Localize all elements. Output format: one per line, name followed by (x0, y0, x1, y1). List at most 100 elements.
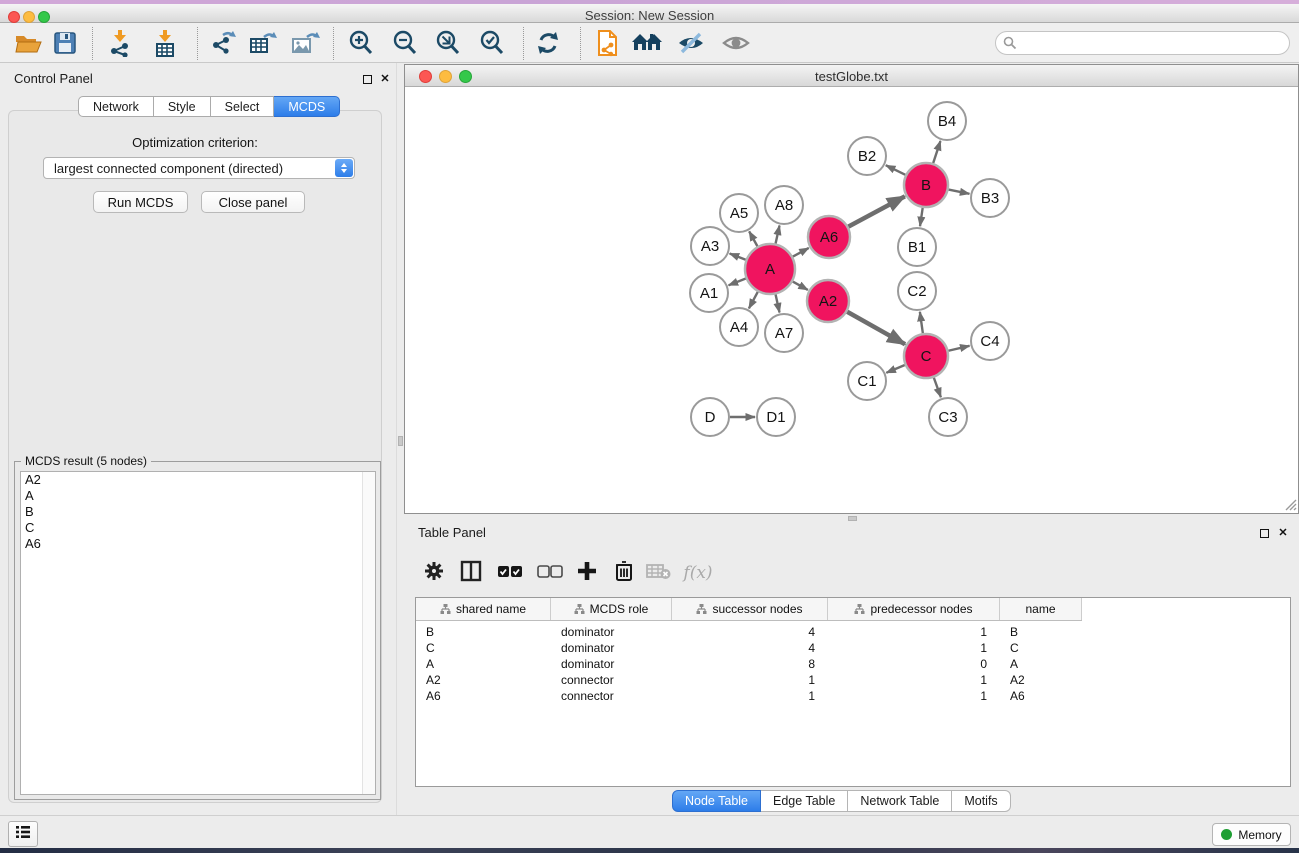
tab-mcds[interactable]: MCDS (274, 96, 340, 117)
graph-edge[interactable] (949, 190, 970, 194)
graph-edge[interactable] (934, 378, 941, 398)
graph-edge[interactable] (886, 365, 904, 373)
mcds-result-group: MCDS result (5 nodes) A2ABCA6 (14, 461, 381, 800)
zoom-selected-button[interactable] (477, 30, 507, 60)
export-image-button[interactable] (290, 30, 320, 60)
graph-edge[interactable] (776, 294, 780, 312)
column-header-shared-name[interactable]: shared name (416, 598, 551, 620)
deselect-all-rows-button[interactable] (536, 560, 564, 586)
graph-edge[interactable] (776, 226, 780, 244)
tab-edge-table[interactable]: Edge Table (761, 790, 848, 812)
panel-splitter[interactable] (396, 63, 397, 848)
refresh-view-button[interactable] (533, 30, 563, 60)
graph-node-label: A4 (730, 319, 748, 336)
table-row[interactable]: A6connector11A6 (416, 688, 1290, 704)
columns-icon (460, 560, 482, 587)
graph-node-label: A3 (701, 238, 719, 255)
graph-edge[interactable] (886, 165, 906, 175)
network-window-titlebar[interactable]: testGlobe.txt (405, 65, 1298, 87)
memory-button[interactable]: Memory (1212, 823, 1291, 846)
eye-icon (721, 30, 751, 61)
result-item[interactable]: B (21, 504, 375, 520)
zoom-in-button[interactable] (346, 30, 376, 60)
tab-network-table[interactable]: Network Table (848, 790, 952, 812)
status-bar: Memory (0, 815, 1299, 848)
export-network-button[interactable] (208, 30, 238, 60)
float-icon (363, 75, 372, 84)
table-row[interactable]: Adominator80A (416, 656, 1290, 672)
import-network-button[interactable] (105, 30, 135, 60)
column-header-name[interactable]: name (1000, 598, 1082, 620)
graph-edge[interactable] (847, 312, 905, 344)
save-session-button[interactable] (50, 30, 80, 60)
graph-edge[interactable] (848, 196, 904, 226)
zoom-out-button[interactable] (390, 30, 420, 60)
result-scrollbar[interactable] (362, 472, 375, 794)
control-panel-close-button[interactable]: ✕ (379, 72, 391, 84)
hide-selected-button[interactable] (676, 30, 706, 60)
document-network-icon (594, 28, 622, 63)
control-panel-float-button[interactable] (361, 73, 373, 85)
home-layout-button[interactable] (632, 30, 662, 60)
column-header-successor-nodes[interactable]: successor nodes (672, 598, 828, 620)
graph-edge[interactable] (749, 231, 757, 246)
open-session-button[interactable] (13, 30, 43, 60)
graph-edge[interactable] (793, 282, 808, 290)
network-horizontal-scrollbar[interactable] (848, 516, 857, 521)
task-history-button[interactable] (8, 821, 38, 847)
table-row[interactable]: Bdominator41B (416, 624, 1290, 640)
tab-network[interactable]: Network (78, 96, 154, 117)
add-column-button[interactable] (573, 560, 601, 586)
zoom-fit-button[interactable] (433, 30, 463, 60)
table-settings-button[interactable] (420, 560, 448, 586)
result-item[interactable]: A6 (21, 536, 375, 552)
show-all-button[interactable] (721, 30, 751, 60)
table-panel-float-button[interactable] (1258, 527, 1270, 539)
search-input[interactable] (995, 31, 1290, 55)
graph-node-label: B3 (981, 190, 999, 207)
graph-edge[interactable] (729, 279, 746, 286)
result-item[interactable]: C (21, 520, 375, 536)
table-row[interactable]: A2connector11A2 (416, 672, 1290, 688)
column-header-predecessor-nodes[interactable]: predecessor nodes (828, 598, 1000, 620)
table-row[interactable]: Cdominator41C (416, 640, 1290, 656)
delete-column-button[interactable] (610, 560, 638, 586)
close-panel-button[interactable]: Close panel (201, 191, 305, 213)
tab-style[interactable]: Style (154, 96, 211, 117)
graph-edge[interactable] (920, 312, 923, 333)
select-all-rows-button[interactable] (496, 560, 524, 586)
graph-node-label: C (921, 348, 932, 365)
criterion-value: largest connected component (directed) (54, 161, 283, 176)
tab-motifs[interactable]: Motifs (952, 790, 1010, 812)
network-view-window: testGlobe.txt B4B2BB3B1A5A8A6A3AA1A2C2A4… (404, 64, 1299, 514)
export-table-button[interactable] (248, 30, 278, 60)
criterion-select[interactable]: largest connected component (directed) (43, 157, 355, 179)
trash-icon (615, 560, 633, 586)
column-header-mcds-role[interactable]: MCDS role (551, 598, 672, 620)
graph-edge[interactable] (920, 208, 923, 226)
tab-select[interactable]: Select (211, 96, 275, 117)
window-resize-grip[interactable] (1283, 497, 1297, 516)
graph-edge[interactable] (933, 141, 940, 163)
show-columns-button[interactable] (457, 560, 485, 586)
table-panel-tabs: Node Table Edge Table Network Table Moti… (672, 790, 1011, 812)
network-canvas[interactable]: B4B2BB3B1A5A8A6A3AA1A2C2A4A7CC4C1C3DD1 (405, 87, 1298, 513)
network-graph: B4B2BB3B1A5A8A6A3AA1A2C2A4A7CC4C1C3DD1 (405, 87, 1298, 513)
new-session-from-network-button[interactable] (593, 30, 623, 60)
run-mcds-button[interactable]: Run MCDS (93, 191, 188, 213)
graph-node-label: A (765, 261, 775, 278)
network-vertical-scrollbar[interactable] (398, 436, 403, 446)
graph-edge[interactable] (730, 254, 746, 260)
graph-edge[interactable] (948, 346, 969, 351)
mcds-result-list[interactable]: A2ABCA6 (20, 471, 376, 795)
import-table-button[interactable] (150, 30, 180, 60)
table-cell: 1 (828, 640, 1000, 656)
graph-edge[interactable] (793, 248, 809, 257)
graph-edge[interactable] (749, 292, 758, 309)
table-panel-title: Table Panel (418, 525, 486, 540)
table-panel-close-button[interactable]: ✕ (1277, 526, 1289, 538)
result-item[interactable]: A2 (21, 472, 375, 488)
memory-status-icon (1221, 829, 1232, 840)
result-item[interactable]: A (21, 488, 375, 504)
tab-node-table[interactable]: Node Table (672, 790, 761, 812)
